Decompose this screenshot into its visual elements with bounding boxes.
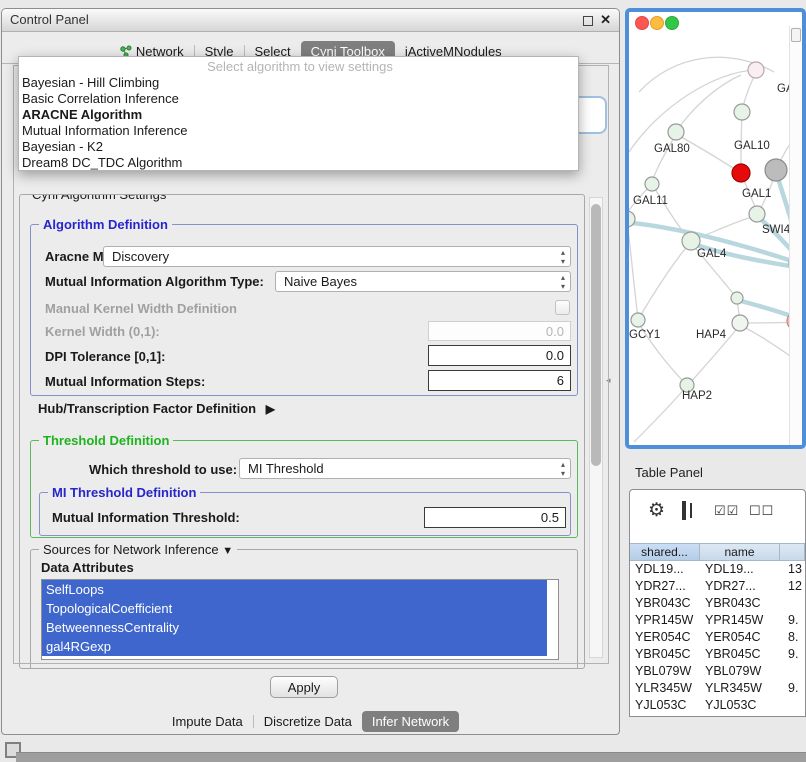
tab-label: Discretize Data (264, 714, 352, 729)
table-cell: YLR345W (700, 680, 780, 697)
table-cell: YPR145W (630, 612, 700, 629)
tab-discretize-data[interactable]: Discretize Data (254, 711, 362, 732)
zoom-traffic-light-icon[interactable] (665, 16, 679, 30)
table-row[interactable]: YLR345W YLR345W 9. (630, 680, 805, 697)
network-scrollbar[interactable] (789, 26, 802, 445)
float-window-icon[interactable] (583, 16, 593, 26)
tab-label: Impute Data (172, 714, 243, 729)
table-cell: YPR145W (700, 612, 780, 629)
network-node-gal10-selected[interactable] (732, 164, 750, 182)
close-traffic-light-icon[interactable] (635, 16, 649, 30)
network-node-gal11[interactable] (645, 177, 659, 191)
node-label: GAL80 (654, 143, 690, 155)
network-canvas[interactable]: GAL GAL80 GAL10 GAL11 GAL1 SWI4 GAL4 GCY… (629, 12, 802, 445)
bottom-panel-edge (16, 752, 806, 762)
table-cell: YJL053C (700, 697, 780, 714)
column-header[interactable] (780, 543, 805, 561)
table-cell: YJL053C (630, 697, 700, 714)
columns-icon[interactable] (682, 501, 686, 520)
column-header-shared[interactable]: shared... (630, 543, 700, 561)
tab-label: Infer Network (372, 714, 449, 729)
network-node-hap4[interactable] (732, 315, 748, 331)
close-icon[interactable]: ✕ (600, 11, 611, 29)
control-panel-window: Control Panel ✕ Network Style Select Cyn… (1, 8, 620, 735)
network-node-gcy1[interactable] (631, 313, 645, 327)
gear-icon[interactable]: ⚙ (648, 499, 665, 522)
table-cell: YDL19... (700, 561, 780, 578)
network-node[interactable] (734, 104, 750, 120)
table-cell (780, 595, 805, 612)
node-label: GAL1 (742, 188, 771, 200)
table-cell: YBR045C (630, 646, 700, 663)
table-cell: YBL079W (630, 663, 700, 680)
table-cell: YER054C (700, 629, 780, 646)
node-label: HAP4 (696, 329, 727, 341)
dropdown-option[interactable]: Basic Correlation Inference (19, 91, 578, 107)
network-node-gray[interactable] (765, 159, 787, 181)
node-label: GCY1 (629, 329, 660, 341)
table-row[interactable]: YBR045C YBR045C 9. (630, 646, 805, 663)
table-panel-title: Table Panel (635, 465, 703, 480)
table-header-row: shared... name (630, 543, 805, 561)
node-label: GAL10 (734, 140, 770, 152)
dropdown-option[interactable]: Dream8 DC_TDC Algorithm (19, 155, 578, 171)
network-icon (119, 45, 132, 57)
node-label: GAL4 (697, 248, 727, 260)
table-cell: 9. (780, 680, 805, 697)
node-label: GAL11 (633, 195, 668, 207)
dropdown-option[interactable]: Bayesian - K2 (19, 139, 578, 155)
scrollbar-thumb[interactable] (591, 204, 601, 466)
screen: Control Panel ✕ Network Style Select Cyn… (0, 0, 806, 762)
tab-infer-network[interactable]: Infer Network (362, 711, 459, 732)
node-label: SWI4 (762, 224, 791, 236)
network-view-window[interactable]: GAL GAL80 GAL10 GAL11 GAL1 SWI4 GAL4 GCY… (625, 8, 806, 449)
table-body: YDL19... YDL19... 13 YDR27... YDR27... 1… (630, 561, 805, 714)
table-cell: 8. (780, 629, 805, 646)
table-cell: YBL079W (700, 663, 780, 680)
table-cell: YDR27... (630, 578, 700, 595)
table-row[interactable]: YJL053C YJL053C (630, 697, 805, 714)
dropdown-option-selected[interactable]: ARACNE Algorithm (19, 107, 578, 123)
table-cell: 9. (780, 612, 805, 629)
table-cell: YDR27... (700, 578, 780, 595)
table-panel-window: ⚙ ☑☑ ☐☐ shared... name YDL19... YDL19...… (629, 489, 806, 717)
table-row[interactable]: YBR043C YBR043C (630, 595, 805, 612)
network-node[interactable] (748, 62, 764, 78)
table-cell (780, 697, 805, 714)
deselect-all-checkboxes-icon[interactable]: ☐☐ (749, 503, 774, 519)
table-cell: YLR345W (630, 680, 700, 697)
table-row[interactable]: YPR145W YPR145W 9. (630, 612, 805, 629)
table-cell: YER054C (630, 629, 700, 646)
column-header-name[interactable]: name (700, 543, 780, 561)
tab-impute-data[interactable]: Impute Data (162, 711, 253, 732)
network-node[interactable] (731, 292, 743, 304)
table-row[interactable]: YBL079W YBL079W (630, 663, 805, 680)
select-all-checkboxes-icon[interactable]: ☑☑ (714, 503, 739, 519)
table-row[interactable]: YER054C YER054C 8. (630, 629, 805, 646)
table-cell: YBR045C (700, 646, 780, 663)
bottom-tabbar: Impute Data Discretize Data Infer Networ… (2, 709, 619, 733)
minimize-traffic-light-icon[interactable] (650, 16, 664, 30)
table-cell: 12 (780, 578, 805, 595)
table-cell: YDL19... (630, 561, 700, 578)
table-cell (780, 663, 805, 680)
table-cell: YBR043C (630, 595, 700, 612)
network-node-gal80[interactable] (668, 124, 684, 140)
table-row[interactable]: YDL19... YDL19... 13 (630, 561, 805, 578)
scrollbar-button[interactable] (791, 28, 801, 42)
table-cell: 13 (780, 561, 805, 578)
network-node-gal1[interactable] (749, 206, 765, 222)
table-cell: YBR043C (700, 595, 780, 612)
node-label: HAP2 (682, 390, 712, 402)
dropdown-option[interactable]: Bayesian - Hill Climbing (19, 75, 578, 91)
table-row[interactable]: YDR27... YDR27... 12 (630, 578, 805, 595)
window-title: Control Panel (10, 9, 89, 31)
apply-button[interactable]: Apply (270, 676, 338, 698)
table-cell: 9. (780, 646, 805, 663)
algorithm-dropdown-popup: Select algorithm to view settings Bayesi… (18, 56, 579, 171)
dropdown-option[interactable]: Mutual Information Inference (19, 123, 578, 139)
control-panel-titlebar[interactable]: Control Panel ✕ (2, 9, 619, 32)
dropdown-prompt: Select algorithm to view settings (19, 59, 578, 75)
settings-scrollbar[interactable] (589, 197, 603, 658)
